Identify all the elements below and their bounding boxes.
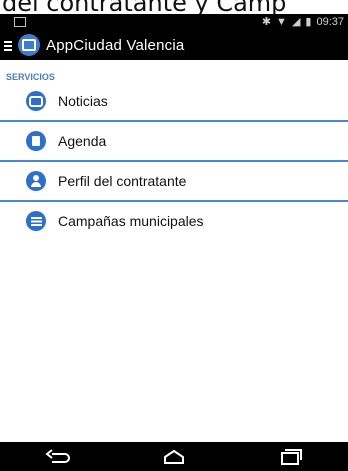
home-button[interactable] bbox=[159, 448, 189, 466]
list-icon bbox=[26, 211, 46, 231]
navigation-bar bbox=[0, 442, 348, 471]
app-bar: AppCiudad Valencia bbox=[0, 30, 348, 60]
caption-text: del contratante y Camp bbox=[2, 0, 287, 14]
list-item-perfil-contratante[interactable]: Perfil del contratante bbox=[0, 162, 348, 202]
list-item-agenda[interactable]: Agenda bbox=[0, 122, 348, 162]
list-item-label: Noticias bbox=[58, 93, 108, 109]
app-title: AppCiudad Valencia bbox=[46, 36, 185, 54]
wifi-icon: ▼ bbox=[276, 16, 287, 28]
recent-apps-button[interactable] bbox=[275, 448, 305, 466]
chat-bubble-icon bbox=[26, 91, 46, 111]
bluetooth-icon: ✱ bbox=[261, 16, 272, 28]
list-item-noticias[interactable]: Noticias bbox=[0, 82, 348, 122]
back-button[interactable] bbox=[43, 448, 73, 466]
status-bar: ✱ ▼ ◢ ▮ 09:37 bbox=[0, 14, 348, 30]
recent-apps-icon bbox=[281, 448, 302, 465]
services-list: Noticias Agenda Perfil del contratante C… bbox=[0, 82, 348, 240]
signal-icon: ◢ bbox=[291, 16, 301, 28]
battery-icon: ▮ bbox=[305, 16, 312, 28]
home-icon bbox=[164, 449, 184, 464]
status-time: 09:37 bbox=[316, 16, 344, 28]
list-item-label: Campañas municipales bbox=[58, 213, 204, 229]
list-item-label: Perfil del contratante bbox=[58, 173, 187, 189]
back-icon bbox=[45, 448, 70, 463]
menu-icon[interactable] bbox=[4, 39, 16, 51]
agenda-book-icon bbox=[26, 131, 46, 151]
app-logo-icon[interactable] bbox=[18, 34, 40, 56]
person-icon bbox=[26, 171, 46, 191]
list-item-label: Agenda bbox=[58, 133, 107, 149]
section-title: SERVICIOS bbox=[6, 72, 55, 82]
caption-strip: del contratante y Camp bbox=[0, 0, 348, 14]
notification-icon bbox=[14, 17, 26, 27]
phone-screen: ✱ ▼ ◢ ▮ 09:37 AppCiudad Valencia SERVICI… bbox=[0, 14, 348, 471]
list-item-campanas-municipales[interactable]: Campañas municipales bbox=[0, 202, 348, 240]
